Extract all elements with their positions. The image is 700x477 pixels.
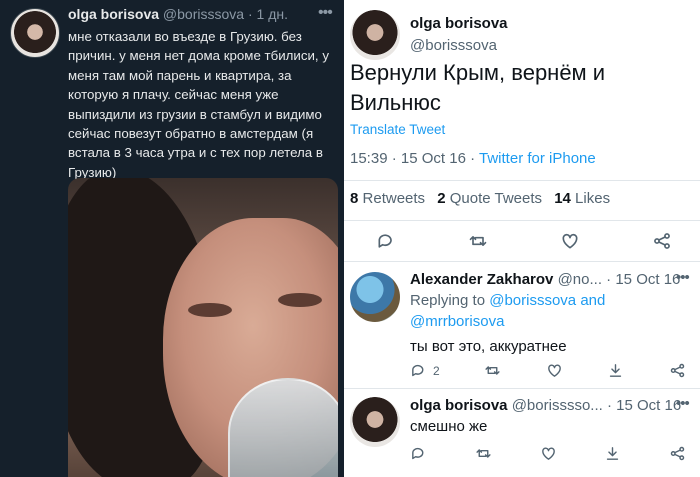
avatar[interactable] [10,8,60,58]
likes-label: Likes [575,190,611,207]
share-icon [670,363,685,378]
share-button[interactable] [669,362,686,379]
divider [344,220,700,221]
retweet-icon [485,366,500,375]
replying-to-context: Replying to @borisssova and @mrrborisova [410,290,690,332]
quotes-label: Quote Tweets [449,190,543,207]
tweet-action-bar [376,231,672,251]
tweet-time[interactable]: 15:39 [350,150,388,167]
reply-header: olga borisova @borisssso... · 15 Oct 16 [410,397,681,414]
retweet-button[interactable] [475,445,492,462]
divider [344,180,700,181]
retweet-icon [469,236,487,246]
reply-date[interactable]: 15 Oct 16 [616,397,681,414]
tweet-stats: 8 Retweets 2 Quote Tweets 14 Likes [350,190,618,207]
tweet-source[interactable]: Twitter for iPhone [479,150,596,167]
download-icon [610,364,622,377]
share-button[interactable] [652,231,672,251]
avatar[interactable] [350,272,400,322]
separator: · [606,397,612,414]
reply-text: смешно же [410,418,488,435]
avatar[interactable] [350,10,400,60]
tweet-time[interactable]: 1 дн. [257,6,288,22]
likes-count: 14 [554,190,571,207]
share-icon [670,446,685,461]
tweet-text: мне отказали во въезде в Грузию. без при… [68,29,329,180]
quotes-stat[interactable]: 2 Quote Tweets [437,190,542,207]
author-handle[interactable]: @borisssova [163,6,244,22]
more-icon[interactable]: ••• [318,4,333,22]
photo-eye [188,303,232,317]
like-button[interactable] [540,445,557,462]
avatar[interactable] [350,397,400,447]
separator: · [606,271,612,288]
share-icon [654,233,670,249]
heart-icon [547,364,561,377]
reply-action-bar: 2 [410,362,686,379]
reply-button[interactable] [376,231,396,251]
tweet-photo[interactable] [68,178,338,477]
like-button[interactable] [546,362,563,379]
likes-stat[interactable]: 14 Likes [554,190,610,207]
photo-eye [278,293,322,307]
tweet-meta: 15:39 · 15 Oct 16 · Twitter for iPhone [350,150,596,167]
reply-text: ты вот это, аккуратнее [410,338,567,355]
download-button[interactable] [604,445,621,462]
quotes-count: 2 [437,190,446,207]
and-label: and [580,292,606,309]
retweets-stat[interactable]: 8 Retweets [350,190,425,207]
separator: · [247,6,253,22]
like-button[interactable] [560,231,580,251]
tweet-date[interactable]: 15 Oct 16 [401,150,466,167]
reply-button[interactable]: 2 [410,362,440,379]
separator: · [470,150,476,167]
mention-link[interactable]: @borisssova [489,292,576,309]
author-name[interactable]: olga borisova [68,6,159,22]
reply-action-bar [410,445,686,462]
reply-button[interactable] [410,445,427,462]
tweet-text: Вернули Крым, вернём и Вильнюс [350,60,606,115]
more-icon[interactable]: ••• [676,269,690,286]
retweet-button[interactable] [468,231,488,251]
author-handle[interactable]: @borisssova [410,37,497,54]
share-button[interactable] [669,445,686,462]
reply-date[interactable]: 15 Oct 16 [615,271,680,288]
author-name[interactable]: olga borisova [410,397,508,414]
reply-icon [412,364,424,377]
retweet-button[interactable] [484,362,501,379]
author-name[interactable]: Alexander Zakharov [410,271,553,288]
more-icon[interactable]: ••• [676,395,690,412]
tweet-header: olga borisova @borisssova · 1 дн. [68,6,288,22]
reply-icon [412,447,424,460]
retweets-label: Retweets [362,190,426,207]
retweet-icon [476,449,491,458]
separator: · [391,150,397,167]
replying-to-label: Replying to [410,292,486,309]
reply-tweet[interactable]: olga borisova @borisssso... · 15 Oct 16 … [344,389,700,477]
reply-count: 2 [433,363,440,378]
author-handle[interactable]: @no... [558,271,602,288]
heart-icon [562,233,578,249]
reply-header: Alexander Zakharov @no... · 15 Oct 16 [410,271,680,288]
download-icon [607,447,619,460]
author-handle[interactable]: @borisssso... [512,397,603,414]
author-name[interactable]: olga borisova [410,15,508,32]
heart-icon [541,447,555,460]
translate-tweet-link[interactable]: Translate Tweet [350,122,445,137]
light-tweet-panel: olga borisova @borisssova Вернули Крым, … [344,0,700,477]
mention-link[interactable]: @mrrborisova [410,313,504,330]
reply-icon [378,234,392,248]
retweets-count: 8 [350,190,359,207]
download-button[interactable] [607,362,624,379]
reply-tweet[interactable]: Alexander Zakharov @no... · 15 Oct 16 ••… [344,262,700,387]
dark-tweet-panel: olga borisova @borisssova · 1 дн. ••• мн… [0,0,344,477]
